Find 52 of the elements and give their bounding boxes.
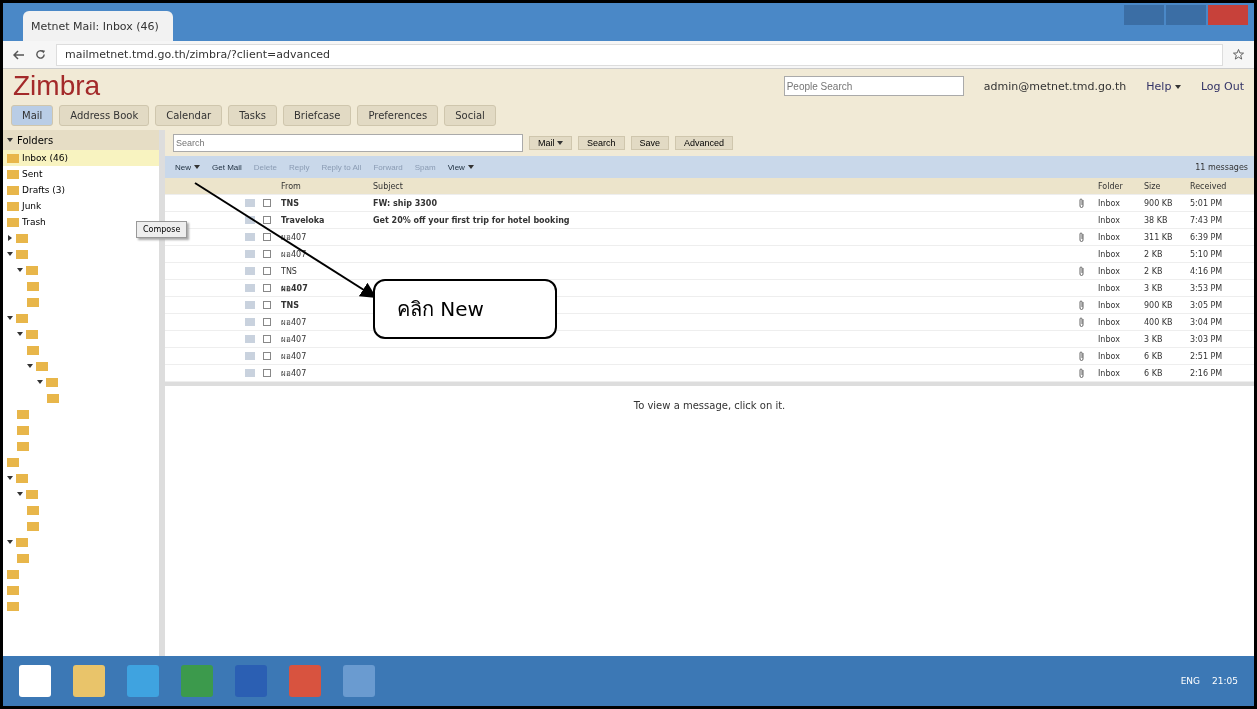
folder-name: Inbox xyxy=(1098,351,1121,361)
received-time: 3:03 PM xyxy=(1190,334,1224,344)
folder-name: Inbox xyxy=(1098,317,1121,327)
message-size: 2 KB xyxy=(1144,249,1164,259)
message-size: 2 KB xyxy=(1144,266,1164,276)
message-size: 6 KB xyxy=(1144,351,1164,361)
message-size: 311 KB xyxy=(1144,232,1174,242)
callout: คลิก New xyxy=(373,279,557,339)
sender: TNS xyxy=(281,266,298,276)
sender: Traveloka xyxy=(281,215,326,225)
received-time: 2:51 PM xyxy=(1190,351,1224,361)
received-time: 3:05 PM xyxy=(1190,300,1224,310)
folder-name: Inbox xyxy=(1098,300,1121,310)
sender: TNS xyxy=(281,198,300,208)
folder-name: Inbox xyxy=(1098,266,1121,276)
sender: ผอ407 xyxy=(281,282,309,295)
sender: ผอ407 xyxy=(281,248,308,261)
sender: ผอ407 xyxy=(281,316,308,329)
received-time: 6:39 PM xyxy=(1190,232,1224,242)
compose-tooltip: Compose xyxy=(136,221,188,238)
message-size: 6 KB xyxy=(1144,368,1164,378)
message-size: 900 KB xyxy=(1144,198,1174,208)
folder-name: Inbox xyxy=(1098,198,1121,208)
message-size: 3 KB xyxy=(1144,283,1164,293)
received-time: 3:53 PM xyxy=(1190,283,1224,293)
received-time: 5:01 PM xyxy=(1190,198,1224,208)
sender: ผอ407 xyxy=(281,367,308,380)
reading-pane-hint: To view a message, click on it. xyxy=(633,400,786,413)
folder-name: Inbox xyxy=(1098,232,1121,242)
sender: TNS xyxy=(281,300,300,310)
folder-name: Inbox xyxy=(1098,283,1121,293)
received-time: 4:16 PM xyxy=(1190,266,1224,276)
user-email: admin@metnet.tmd.go.th xyxy=(983,79,1127,93)
message-size: 3 KB xyxy=(1144,334,1164,344)
folder-name: Inbox xyxy=(1098,249,1121,259)
received-time: 5:10 PM xyxy=(1190,249,1224,259)
message-count: 11 messages xyxy=(1195,162,1248,172)
received-time: 3:04 PM xyxy=(1190,317,1224,327)
folder-name: Inbox xyxy=(1098,215,1121,225)
zimbra-logo: Zimbra xyxy=(13,70,102,102)
message-size: 900 KB xyxy=(1144,300,1174,310)
sender: ผอ407 xyxy=(281,231,308,244)
received-time: 2:16 PM xyxy=(1190,368,1224,378)
sender: ผอ407 xyxy=(281,333,308,346)
received-time: 7:43 PM xyxy=(1190,215,1224,225)
folder-name: Inbox xyxy=(1098,368,1121,378)
folder-name: Inbox xyxy=(1098,334,1121,344)
subject: Get 20% off your first trip for hotel booking xyxy=(373,215,571,225)
message-size: 38 KB xyxy=(1144,215,1169,225)
subject: FW: ship 3300 xyxy=(373,198,438,208)
sender: ผอ407 xyxy=(281,350,308,363)
message-size: 400 KB xyxy=(1144,317,1174,327)
